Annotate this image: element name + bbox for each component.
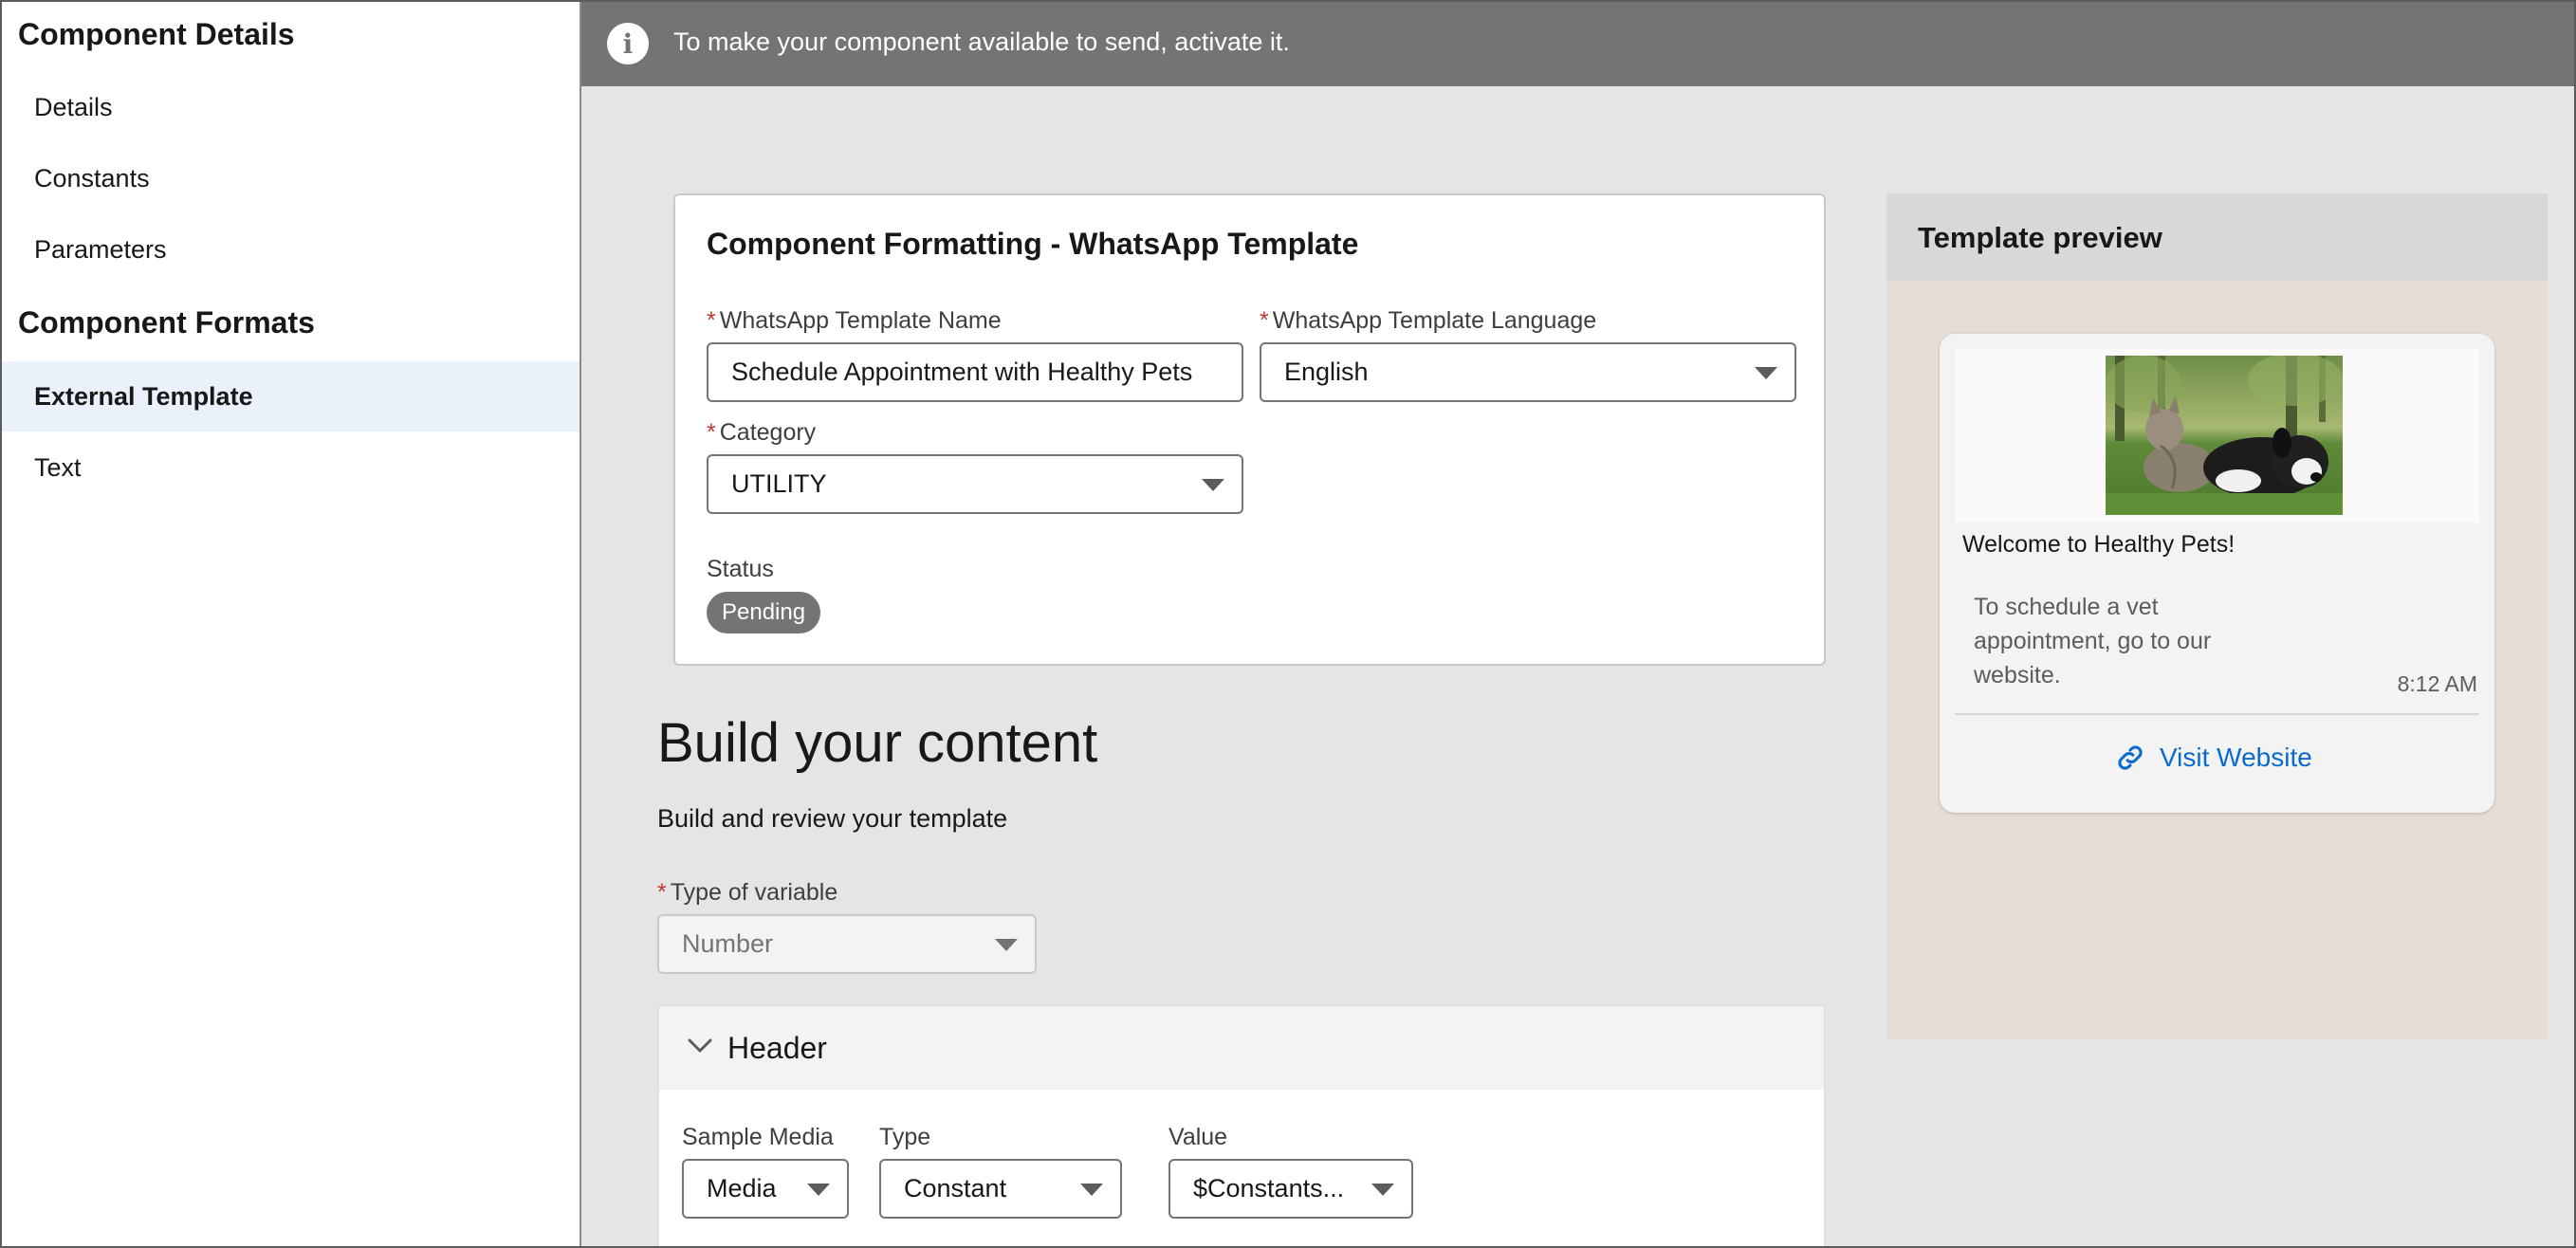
preview-title: Template preview (1918, 221, 2162, 254)
app-window: Component Details Details Constants Para… (0, 0, 2576, 1248)
info-banner: i To make your component available to se… (581, 2, 2574, 86)
sidebar-item-label: Constants (34, 163, 150, 193)
sidebar-item-text[interactable]: Text (2, 432, 580, 503)
value-select[interactable]: $Constants... (1168, 1159, 1413, 1219)
chevron-down-icon (995, 939, 1018, 951)
variable-type-value: Number (682, 929, 774, 958)
type-value: Constant (904, 1174, 1007, 1202)
required-mark: * (657, 879, 667, 906)
template-language-label-text: WhatsApp Template Language (1272, 307, 1597, 334)
chevron-down-icon (1755, 367, 1777, 379)
sample-media-label: Sample Media (682, 1124, 834, 1150)
category-label-text: Category (719, 419, 817, 446)
category-label: * Category (707, 419, 816, 447)
sample-media-select[interactable]: Media (682, 1159, 849, 1219)
required-mark: * (707, 307, 716, 334)
template-language-select[interactable]: English (1260, 342, 1796, 402)
chevron-down-icon (1080, 1184, 1103, 1196)
chevron-down-icon (1371, 1184, 1394, 1196)
build-title: Build your content (657, 712, 1098, 774)
preview-header: Template preview (1886, 193, 2548, 281)
sidebar-item-label: Text (34, 452, 82, 482)
template-language-value: English (1284, 358, 1369, 386)
template-language-label: * WhatsApp Template Language (1260, 307, 1596, 335)
message-body: To schedule a vet appointment, go to our… (1974, 594, 2212, 688)
category-select[interactable]: UTILITY (707, 454, 1243, 514)
formatting-card: Component Formatting - WhatsApp Template… (673, 193, 1826, 666)
sidebar-item-label: Details (34, 92, 113, 121)
status-label: Status (707, 556, 774, 582)
required-mark: * (1260, 307, 1269, 334)
template-name-label: * WhatsApp Template Name (707, 307, 1002, 335)
visit-website-button[interactable]: Visit Website (2114, 742, 2312, 774)
header-accordion-toggle[interactable]: Header (659, 1006, 1824, 1090)
header-image (2106, 356, 2343, 515)
main-content: i To make your component available to se… (581, 2, 2574, 1246)
message-time: 8:12 AM (2397, 671, 2477, 696)
template-name-label-text: WhatsApp Template Name (719, 307, 1002, 334)
sidebar-item-label: Parameters (34, 234, 167, 264)
sidebar-section-component-formats: Component Formats (18, 305, 315, 340)
variable-type-select[interactable]: Number (657, 914, 1037, 974)
sidebar-item-label: External Template (34, 381, 253, 411)
visit-website-label: Visit Website (2160, 743, 2312, 772)
chevron-down-icon (1202, 479, 1224, 491)
header-accordion: Header Sample Media Media Type Constant … (657, 1004, 1826, 1246)
sidebar-item-parameters[interactable]: Parameters (2, 214, 580, 284)
banner-text: To make your component available to send… (673, 28, 1290, 56)
category-value: UTILITY (731, 469, 827, 498)
type-select[interactable]: Constant (879, 1159, 1122, 1219)
build-subtitle: Build and review your template (657, 804, 1008, 833)
template-name-input[interactable]: Schedule Appointment with Healthy Pets (707, 342, 1243, 402)
variable-type-label: * Type of variable (657, 879, 837, 907)
type-label: Type (879, 1124, 931, 1150)
link-icon (2118, 745, 2143, 770)
divider (1955, 713, 2479, 715)
accordion-title: Header (727, 1031, 827, 1065)
sample-media-value: Media (707, 1174, 777, 1202)
value-label: Value (1168, 1124, 1228, 1150)
sidebar-item-external-template[interactable]: External Template (2, 361, 580, 431)
card-title: Component Formatting - WhatsApp Template (707, 227, 1359, 261)
sidebar-item-constants[interactable]: Constants (2, 143, 580, 213)
media-container (1955, 349, 2479, 523)
template-preview: Template preview Welcome to Healthy Pets… (1886, 193, 2548, 1039)
message-welcome: Welcome to Healthy Pets! (1962, 531, 2236, 558)
message-bubble: Welcome to Healthy Pets! To schedule a v… (1940, 334, 2494, 813)
status-badge: Pending (707, 592, 821, 633)
value-value: $Constants... (1193, 1174, 1345, 1202)
chevron-down-icon (688, 1038, 712, 1053)
template-name-value: Schedule Appointment with Healthy Pets (731, 358, 1193, 386)
sidebar: Component Details Details Constants Para… (2, 2, 581, 1246)
sidebar-section-component-details: Component Details (18, 17, 295, 51)
required-mark: * (707, 419, 716, 446)
chevron-down-icon (807, 1184, 830, 1196)
info-icon: i (607, 23, 649, 64)
sidebar-item-details[interactable]: Details (2, 72, 580, 142)
variable-type-label-text: Type of variable (670, 879, 838, 906)
